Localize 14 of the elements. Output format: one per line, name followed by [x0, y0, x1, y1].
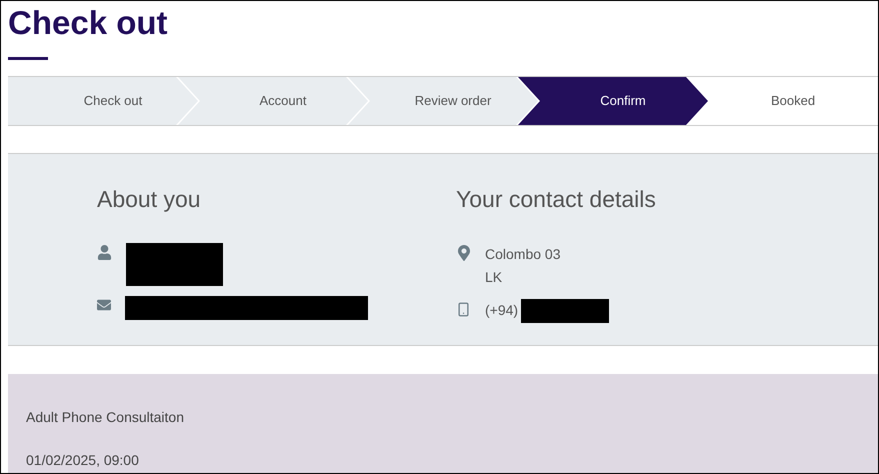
phone-icon	[456, 300, 471, 318]
map-pin-icon	[456, 244, 470, 260]
service-name: Adult Phone Consultaiton	[26, 408, 184, 427]
person-icon	[97, 244, 112, 260]
title-underline	[8, 57, 48, 60]
phone-prefix: (+94)	[485, 301, 518, 320]
address-line: Colombo 03	[485, 244, 560, 264]
address-line: LK	[485, 268, 502, 286]
progress-step: Check out	[8, 77, 198, 125]
section-heading: Your contact details	[456, 185, 656, 214]
section-heading: About you	[97, 185, 201, 214]
page-title: Check out	[8, 3, 168, 43]
appointment-datetime: 01/02/2025, 09:00	[26, 451, 139, 470]
mail-icon	[97, 298, 111, 312]
